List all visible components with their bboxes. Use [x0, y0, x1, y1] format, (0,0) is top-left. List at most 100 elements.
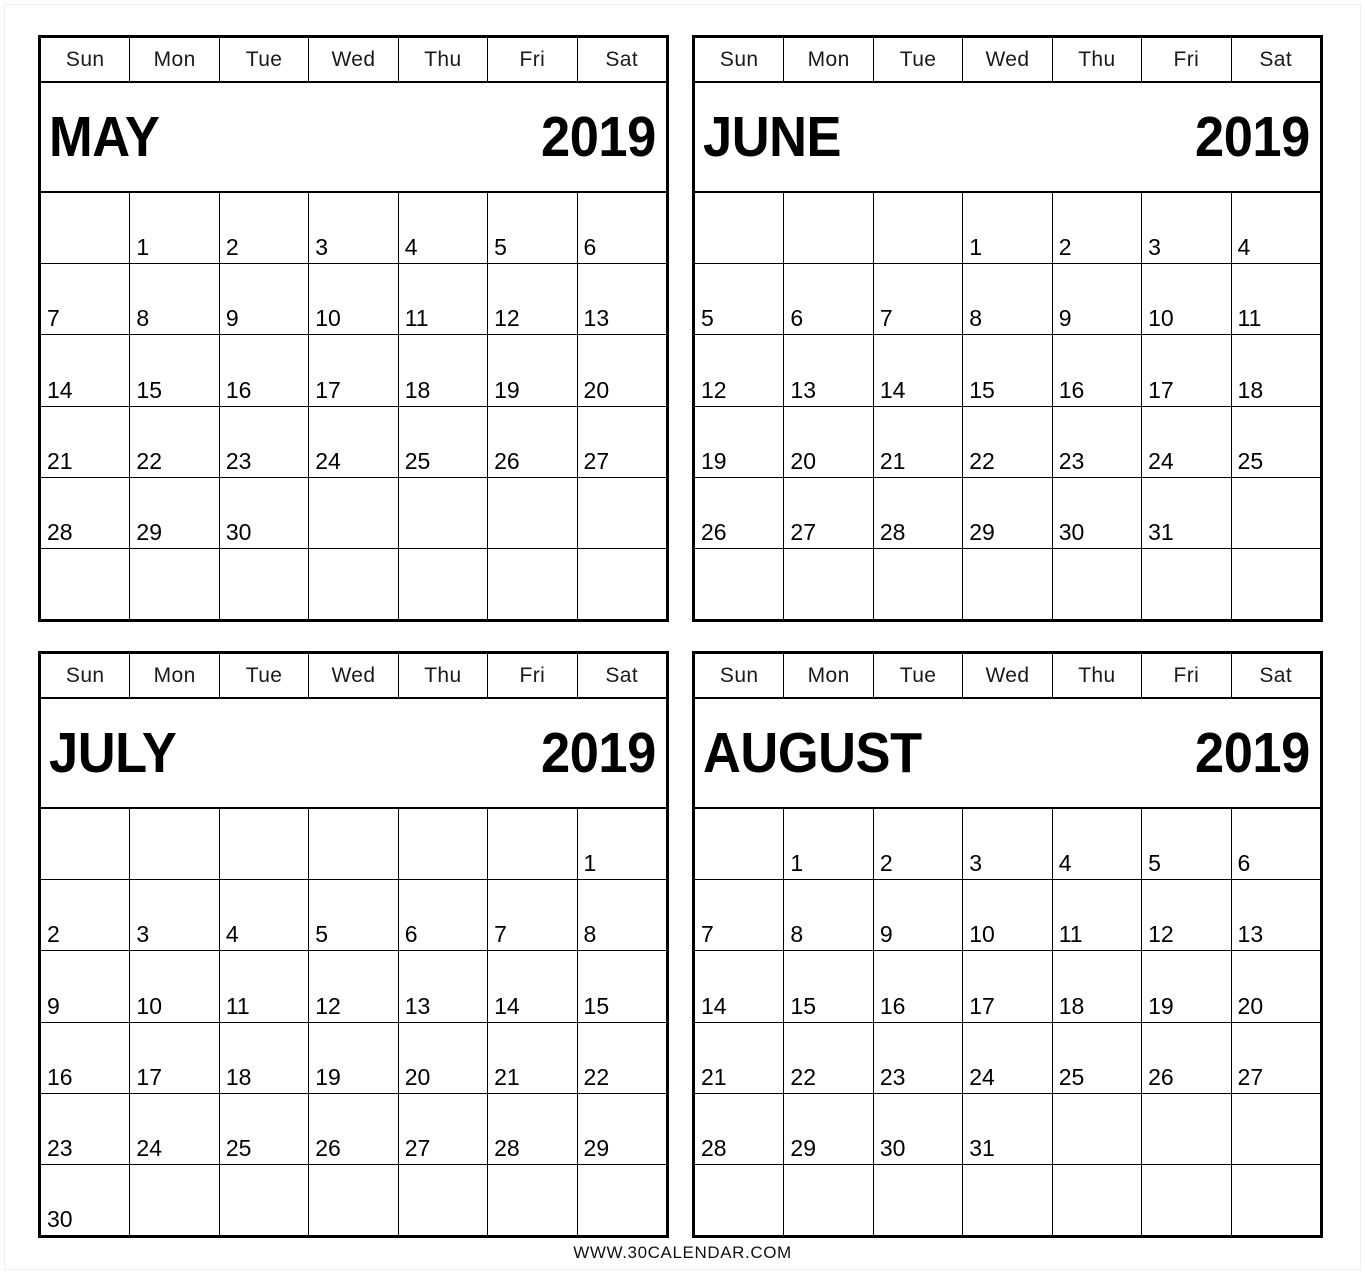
- day-cell[interactable]: [1053, 548, 1143, 620]
- day-cell[interactable]: [220, 809, 310, 880]
- day-cell[interactable]: 4: [1053, 809, 1143, 880]
- day-cell[interactable]: 18: [220, 1022, 310, 1093]
- day-cell[interactable]: 25: [220, 1093, 310, 1164]
- day-cell[interactable]: 28: [488, 1093, 578, 1164]
- day-cell[interactable]: [309, 809, 399, 880]
- day-cell[interactable]: [130, 548, 220, 620]
- day-cell[interactable]: [488, 809, 578, 880]
- day-cell[interactable]: 7: [695, 880, 785, 951]
- day-cell[interactable]: 24: [130, 1093, 220, 1164]
- day-cell[interactable]: 12: [1142, 880, 1232, 951]
- day-cell[interactable]: 30: [220, 477, 310, 548]
- day-cell[interactable]: 5: [1142, 809, 1232, 880]
- day-cell[interactable]: 11: [220, 951, 310, 1022]
- day-cell[interactable]: 31: [1142, 477, 1232, 548]
- day-cell[interactable]: [1232, 1165, 1320, 1235]
- day-cell[interactable]: [784, 1164, 874, 1236]
- day-cell[interactable]: [874, 1164, 964, 1236]
- day-cell[interactable]: 15: [130, 335, 220, 406]
- day-cell[interactable]: 26: [488, 406, 578, 477]
- day-cell[interactable]: [695, 1164, 785, 1236]
- day-cell[interactable]: 9: [1053, 264, 1143, 335]
- day-cell[interactable]: 7: [41, 264, 131, 335]
- day-cell[interactable]: 15: [784, 951, 874, 1022]
- day-cell[interactable]: 18: [1053, 951, 1143, 1022]
- day-cell[interactable]: [695, 548, 785, 620]
- day-cell[interactable]: [488, 477, 578, 548]
- day-cell[interactable]: [1053, 1093, 1143, 1164]
- day-cell[interactable]: 30: [41, 1164, 131, 1236]
- day-cell[interactable]: 20: [578, 335, 666, 405]
- day-cell[interactable]: 11: [399, 264, 489, 335]
- day-cell[interactable]: [874, 548, 964, 620]
- day-cell[interactable]: 17: [1142, 335, 1232, 406]
- day-cell[interactable]: 9: [220, 264, 310, 335]
- day-cell[interactable]: 12: [309, 951, 399, 1022]
- day-cell[interactable]: 24: [309, 406, 399, 477]
- day-cell[interactable]: 20: [1232, 951, 1320, 1021]
- day-cell[interactable]: 20: [784, 406, 874, 477]
- day-cell[interactable]: 23: [874, 1022, 964, 1093]
- day-cell[interactable]: 10: [963, 880, 1053, 951]
- day-cell[interactable]: 21: [41, 406, 131, 477]
- day-cell[interactable]: 29: [963, 477, 1053, 548]
- day-cell[interactable]: [963, 1164, 1053, 1236]
- day-cell[interactable]: 26: [309, 1093, 399, 1164]
- day-cell[interactable]: 8: [130, 264, 220, 335]
- day-cell[interactable]: [399, 809, 489, 880]
- day-cell[interactable]: 23: [1053, 406, 1143, 477]
- day-cell[interactable]: 3: [963, 809, 1053, 880]
- day-cell[interactable]: [488, 1164, 578, 1236]
- day-cell[interactable]: [695, 809, 785, 880]
- day-cell[interactable]: [1142, 1093, 1232, 1164]
- day-cell[interactable]: 16: [874, 951, 964, 1022]
- day-cell[interactable]: [488, 548, 578, 620]
- day-cell[interactable]: 19: [488, 335, 578, 406]
- day-cell[interactable]: 2: [874, 809, 964, 880]
- day-cell[interactable]: 30: [1053, 477, 1143, 548]
- day-cell[interactable]: 17: [130, 1022, 220, 1093]
- day-cell[interactable]: 20: [399, 1022, 489, 1093]
- day-cell[interactable]: [399, 477, 489, 548]
- day-cell[interactable]: 5: [695, 264, 785, 335]
- day-cell[interactable]: 19: [309, 1022, 399, 1093]
- day-cell[interactable]: 12: [488, 264, 578, 335]
- day-cell[interactable]: 30: [874, 1093, 964, 1164]
- day-cell[interactable]: 29: [784, 1093, 874, 1164]
- day-cell[interactable]: [130, 809, 220, 880]
- day-cell[interactable]: 28: [41, 477, 131, 548]
- day-cell[interactable]: [874, 193, 964, 264]
- day-cell[interactable]: 22: [784, 1022, 874, 1093]
- day-cell[interactable]: 27: [578, 407, 666, 477]
- day-cell[interactable]: [578, 549, 666, 619]
- day-cell[interactable]: 19: [1142, 951, 1232, 1022]
- day-cell[interactable]: 16: [1053, 335, 1143, 406]
- day-cell[interactable]: [784, 193, 874, 264]
- day-cell[interactable]: [695, 193, 785, 264]
- day-cell[interactable]: 25: [399, 406, 489, 477]
- day-cell[interactable]: 22: [130, 406, 220, 477]
- day-cell[interactable]: 4: [220, 880, 310, 951]
- day-cell[interactable]: 6: [399, 880, 489, 951]
- day-cell[interactable]: 6: [784, 264, 874, 335]
- day-cell[interactable]: 10: [1142, 264, 1232, 335]
- day-cell[interactable]: 10: [130, 951, 220, 1022]
- day-cell[interactable]: 8: [784, 880, 874, 951]
- day-cell[interactable]: 13: [578, 264, 666, 334]
- day-cell[interactable]: 17: [309, 335, 399, 406]
- day-cell[interactable]: 21: [488, 1022, 578, 1093]
- day-cell[interactable]: 27: [399, 1093, 489, 1164]
- day-cell[interactable]: 21: [695, 1022, 785, 1093]
- day-cell[interactable]: 3: [1142, 193, 1232, 264]
- day-cell[interactable]: 6: [578, 193, 666, 263]
- day-cell[interactable]: 15: [963, 335, 1053, 406]
- day-cell[interactable]: 1: [963, 193, 1053, 264]
- day-cell[interactable]: 7: [488, 880, 578, 951]
- day-cell[interactable]: 8: [578, 880, 666, 950]
- day-cell[interactable]: [309, 548, 399, 620]
- day-cell[interactable]: 15: [578, 951, 666, 1021]
- day-cell[interactable]: [130, 1164, 220, 1236]
- day-cell[interactable]: [1142, 548, 1232, 620]
- day-cell[interactable]: [963, 548, 1053, 620]
- day-cell[interactable]: 27: [1232, 1023, 1320, 1093]
